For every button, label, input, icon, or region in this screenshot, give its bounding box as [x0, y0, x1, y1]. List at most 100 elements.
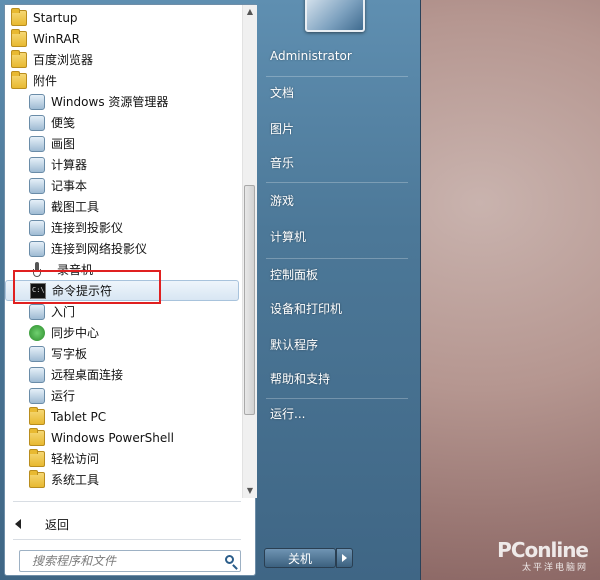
- program-label: 记事本: [51, 179, 88, 193]
- folder-icon: [11, 7, 27, 26]
- folder-icon: [11, 28, 27, 47]
- program-label: 同步中心: [51, 326, 100, 340]
- program-item[interactable]: 画图: [5, 133, 263, 154]
- program-item[interactable]: 系统工具: [5, 469, 263, 490]
- right-item[interactable]: 图片: [270, 120, 294, 137]
- program-item[interactable]: Windows PowerShell: [5, 427, 263, 448]
- notepad-icon: [29, 177, 45, 194]
- program-item[interactable]: 远程桌面连接: [5, 364, 263, 385]
- program-item[interactable]: Startup: [5, 7, 245, 28]
- network-projector-icon: [29, 240, 45, 257]
- program-label: 便笺: [51, 116, 76, 130]
- folder-icon: [29, 448, 45, 467]
- right-item[interactable]: 运行...: [270, 405, 305, 422]
- program-item[interactable]: 入门: [5, 301, 263, 322]
- scrollbar-thumb[interactable]: [244, 185, 255, 415]
- right-item[interactable]: 游戏: [270, 192, 294, 209]
- divider: [13, 539, 241, 540]
- program-label: Windows PowerShell: [51, 430, 174, 445]
- program-label: 录音机: [57, 263, 94, 277]
- right-item[interactable]: 音乐: [270, 154, 294, 171]
- programs-list: Startup WinRAR 百度浏览器附件 Windows 资源管理器 便笺画图计算器…: [5, 5, 243, 498]
- folder-icon: [11, 70, 27, 89]
- search-box[interactable]: [19, 550, 241, 572]
- program-item[interactable]: 记事本: [5, 175, 263, 196]
- program-item[interactable]: 轻松访问: [5, 448, 263, 469]
- program-item[interactable]: Windows 资源管理器: [5, 91, 263, 112]
- search-input[interactable]: [30, 553, 214, 569]
- calculator-icon: [29, 156, 45, 173]
- right-divider: [266, 258, 408, 259]
- right-divider: [266, 182, 408, 183]
- command-prompt-icon: [30, 282, 46, 299]
- program-label: WinRAR: [33, 31, 80, 46]
- right-divider: [266, 76, 408, 77]
- right-item[interactable]: 帮助和支持: [270, 370, 330, 387]
- folder-icon: [11, 49, 27, 68]
- program-item[interactable]: 计算器: [5, 154, 263, 175]
- program-item[interactable]: WinRAR: [5, 28, 245, 49]
- shutdown-label: 关机: [287, 551, 312, 566]
- paint-icon: [29, 135, 45, 152]
- sticky-notes-icon: [29, 114, 45, 131]
- back-button[interactable]: 返回: [15, 513, 69, 535]
- right-item-user[interactable]: Administrator: [270, 49, 352, 63]
- start-menu: Startup WinRAR 百度浏览器附件 Windows 资源管理器 便笺画图计算器…: [0, 0, 421, 580]
- program-label: 百度浏览器: [33, 53, 94, 67]
- program-label: 写字板: [51, 347, 88, 361]
- program-label: 连接到投影仪: [51, 221, 124, 235]
- getting-started-icon: [29, 303, 45, 320]
- program-label: 系统工具: [51, 473, 100, 487]
- program-item[interactable]: 百度浏览器: [5, 49, 245, 70]
- program-item[interactable]: 写字板: [5, 343, 263, 364]
- program-label: 附件: [33, 74, 58, 88]
- explorer-icon: [29, 93, 45, 110]
- right-item[interactable]: 控制面板: [270, 266, 318, 283]
- folder-icon: [29, 427, 45, 446]
- watermark-brand: PConline: [497, 538, 589, 562]
- program-label: 命令提示符: [52, 284, 113, 298]
- program-item[interactable]: 连接到投影仪: [5, 217, 263, 238]
- program-label: 计算器: [51, 158, 88, 172]
- right-item[interactable]: 计算机: [270, 228, 306, 245]
- programs-scrollbar[interactable]: ▲ ▼: [242, 5, 257, 498]
- shutdown-button[interactable]: 关机: [264, 548, 336, 568]
- right-item[interactable]: 文档: [270, 84, 294, 101]
- snipping-tool-icon: [29, 198, 45, 215]
- microphone-icon: [32, 261, 48, 278]
- right-item[interactable]: 默认程序: [270, 336, 318, 353]
- program-item[interactable]: 命令提示符: [5, 280, 239, 301]
- program-item[interactable]: 运行: [5, 385, 263, 406]
- program-label: Windows 资源管理器: [51, 95, 169, 109]
- watermark: PConline 太平洋电脑网: [497, 538, 589, 573]
- program-label: 运行: [51, 389, 76, 403]
- user-avatar[interactable]: [305, 0, 365, 32]
- program-label: 入门: [51, 305, 76, 319]
- program-label: 连接到网络投影仪: [51, 242, 148, 256]
- program-item[interactable]: 连接到网络投影仪: [5, 238, 263, 259]
- program-item[interactable]: 附件: [5, 70, 245, 91]
- right-divider: [266, 398, 408, 399]
- scroll-down-icon[interactable]: ▼: [243, 484, 257, 498]
- wordpad-icon: [29, 345, 45, 362]
- sync-center-icon: [29, 324, 45, 341]
- program-label: Startup: [33, 10, 78, 25]
- right-item[interactable]: 设备和打印机: [270, 300, 342, 317]
- shutdown-options-icon[interactable]: [336, 548, 353, 568]
- program-item[interactable]: 便笺: [5, 112, 263, 133]
- folder-icon: [29, 469, 45, 488]
- back-label: 返回: [45, 517, 70, 532]
- program-label: Tablet PC: [51, 409, 107, 424]
- program-label: 画图: [51, 137, 76, 151]
- back-arrow-icon: [15, 519, 21, 529]
- program-item[interactable]: 同步中心: [5, 322, 263, 343]
- scroll-up-icon[interactable]: ▲: [243, 5, 257, 19]
- program-item[interactable]: 录音机: [5, 259, 263, 280]
- remote-desktop-icon: [29, 366, 45, 383]
- search-icon[interactable]: [225, 555, 234, 564]
- watermark-sub: 太平洋电脑网: [521, 563, 588, 573]
- program-item[interactable]: Tablet PC: [5, 406, 263, 427]
- divider: [13, 501, 241, 502]
- program-item[interactable]: 截图工具: [5, 196, 263, 217]
- program-label: 远程桌面连接: [51, 368, 124, 382]
